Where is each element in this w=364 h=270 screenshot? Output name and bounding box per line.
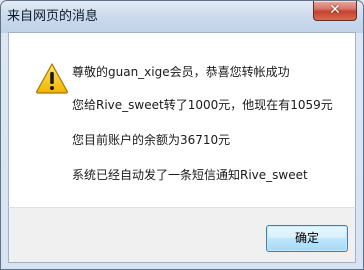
warning-icon [36,63,68,94]
close-button[interactable]: ✕ [313,1,357,21]
title-bar[interactable]: 来自网页的消息 ✕ [1,1,363,33]
message-line-1: 尊敬的guan_xige会员，恭喜您转帐成功 [72,65,290,79]
button-bar: 确定 [8,207,356,263]
message-line-3: 您目前账户的余额为36710元 [72,133,231,147]
message-area: 尊敬的guan_xige会员，恭喜您转帐成功 您给Rive_sweet转了100… [8,32,356,207]
message-line-4: 系统已经自动发了一条短信通知Rive_sweet [72,168,308,182]
dialog-title: 来自网页的消息 [7,9,99,24]
ok-button[interactable]: 确定 [266,225,348,252]
close-icon: ✕ [329,2,341,18]
message-line-2: 您给Rive_sweet转了1000元，他现在有1059元 [72,98,333,112]
dialog-window: 来自网页的消息 ✕ 尊敬的guan_xige会员，恭喜您转帐成功 您给Rive_… [0,0,364,270]
